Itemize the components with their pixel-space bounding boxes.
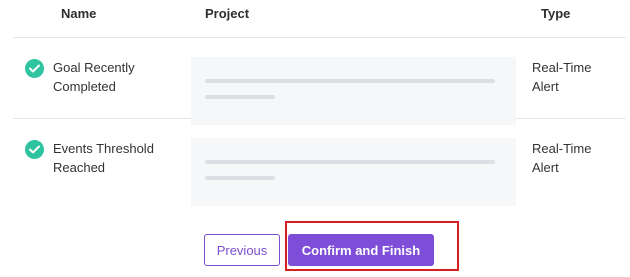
check-circle-icon <box>25 140 44 159</box>
alert-name: Goal Recently Completed <box>53 60 135 94</box>
confirm-and-finish-button[interactable]: Confirm and Finish <box>288 234 434 266</box>
previous-button[interactable]: Previous <box>204 234 280 266</box>
table-header: Name Project Type <box>13 0 626 38</box>
check-circle-icon <box>25 59 44 78</box>
column-header-name: Name <box>61 6 97 21</box>
table-row: Events Threshold Reached Real-Time Alert <box>13 119 626 206</box>
alerts-table: Name Project Type Goal Recently Complete… <box>13 0 626 206</box>
alert-type: Real-Time Alert <box>532 60 592 94</box>
column-header-type: Type <box>541 6 571 21</box>
alert-type: Real-Time Alert <box>532 141 592 175</box>
alert-name: Events Threshold Reached <box>53 141 154 175</box>
project-cell-redacted <box>191 138 516 206</box>
project-cell-redacted <box>191 57 516 125</box>
column-header-project: Project <box>205 6 250 21</box>
table-row: Goal Recently Completed Real-Time Alert <box>13 38 626 125</box>
